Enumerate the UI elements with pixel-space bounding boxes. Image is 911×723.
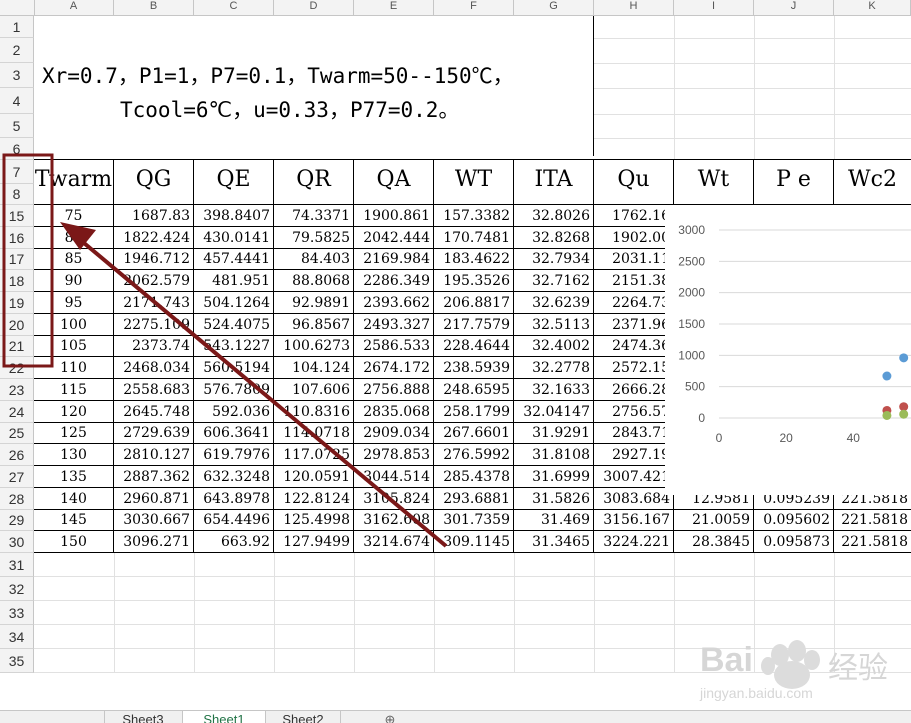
sheet-tab-sheet1[interactable]: Sheet1 xyxy=(182,711,266,723)
baidu-watermark: Bai 经验 jingyan.baidu.com xyxy=(700,625,910,710)
sheet-tab-sheet3[interactable]: Sheet3 xyxy=(104,711,181,723)
arrow-head-icon xyxy=(60,222,96,250)
sheet-tab-sheet2[interactable]: Sheet2 xyxy=(266,711,341,723)
annotation-arrow-line xyxy=(76,236,448,548)
highlight-rectangle xyxy=(2,153,54,368)
sheet-tab-bar: Sheet3 Sheet1 Sheet2 ⊕ xyxy=(0,710,911,723)
watermark-brand: Bai xyxy=(700,641,753,679)
watermark-cn: 经验 xyxy=(828,651,888,686)
watermark-url: jingyan.baidu.com xyxy=(700,685,813,701)
annotation-layer xyxy=(2,153,448,548)
add-sheet-icon[interactable]: ⊕ xyxy=(382,711,398,723)
